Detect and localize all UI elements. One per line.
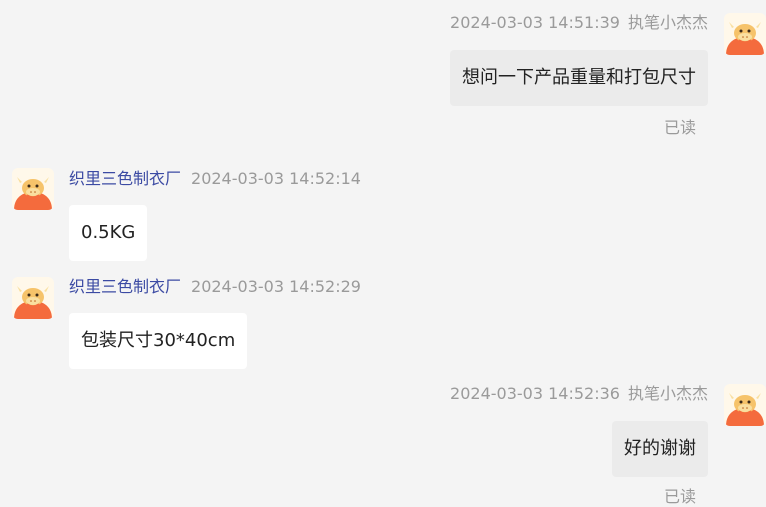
message-timestamp: 2024-03-03 14:52:36 (450, 384, 620, 403)
bull-mascot-icon (724, 13, 766, 55)
read-status: 已读 (663, 118, 696, 137)
bull-mascot-icon (12, 277, 54, 319)
message-meta: 织里三色制衣厂 2024-03-03 14:52:29 (69, 277, 361, 297)
avatar[interactable] (12, 168, 54, 210)
bull-mascot-icon (12, 168, 54, 210)
chat-history: 2024-03-03 14:51:39 执笔小杰杰 想问一下产品重量和打包尺寸 已… (0, 0, 766, 506)
bull-mascot-icon (724, 384, 766, 426)
message-timestamp: 2024-03-03 14:51:39 (450, 13, 620, 32)
message-bubble[interactable]: 好的谢谢 (612, 421, 708, 477)
message-meta: 2024-03-03 14:52:36 执笔小杰杰 (450, 384, 708, 404)
avatar[interactable] (12, 277, 54, 319)
read-status: 已读 (663, 487, 696, 506)
sender-name: 执笔小杰杰 (627, 13, 708, 32)
message-timestamp: 2024-03-03 14:52:29 (191, 277, 361, 296)
message-meta: 织里三色制衣厂 2024-03-03 14:52:14 (69, 169, 361, 189)
message-bubble[interactable]: 包装尺寸30*40cm (69, 313, 248, 369)
message-bubble[interactable]: 0.5KG (69, 205, 148, 261)
sender-name[interactable]: 织里三色制衣厂 (69, 169, 181, 188)
message-meta: 2024-03-03 14:51:39 执笔小杰杰 (450, 13, 708, 33)
sender-name: 执笔小杰杰 (627, 384, 708, 403)
avatar[interactable] (724, 384, 766, 426)
avatar[interactable] (724, 13, 766, 55)
message-timestamp: 2024-03-03 14:52:14 (191, 169, 361, 188)
sender-name[interactable]: 织里三色制衣厂 (69, 277, 181, 296)
message-bubble[interactable]: 想问一下产品重量和打包尺寸 (450, 50, 708, 106)
